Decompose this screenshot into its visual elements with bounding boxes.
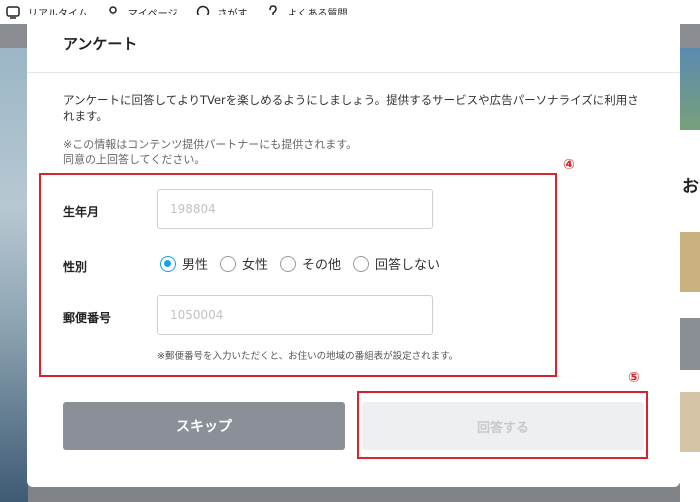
privacy-note-line: ※この情報はコンテンツ提供パートナーにも提供されます。: [63, 138, 358, 151]
annotation-box-form: [39, 173, 557, 377]
annotation-number-5: ⑤: [628, 370, 640, 386]
background-thumbnail: [680, 392, 700, 452]
divider: [27, 72, 680, 73]
background-heading: お: [682, 177, 699, 197]
skip-button[interactable]: スキップ: [63, 402, 345, 450]
privacy-note-line: 同意の上回答してください。: [63, 153, 206, 166]
tv-icon: [6, 6, 20, 19]
privacy-note: ※この情報はコンテンツ提供パートナーにも提供されます。 同意の上回答してください…: [63, 137, 648, 167]
survey-description: アンケートに回答してよりTVerを楽しめるようにしましょう。提供するサービスや広…: [63, 93, 639, 123]
background-hero-image: [0, 48, 28, 502]
annotation-box-submit: [357, 391, 648, 459]
modal-title: アンケート: [63, 35, 138, 53]
background-thumbnail: [680, 232, 700, 292]
background-thumbnail: [680, 318, 700, 370]
background-thumbnail: [680, 48, 700, 130]
annotation-number-4: ④: [563, 157, 575, 173]
